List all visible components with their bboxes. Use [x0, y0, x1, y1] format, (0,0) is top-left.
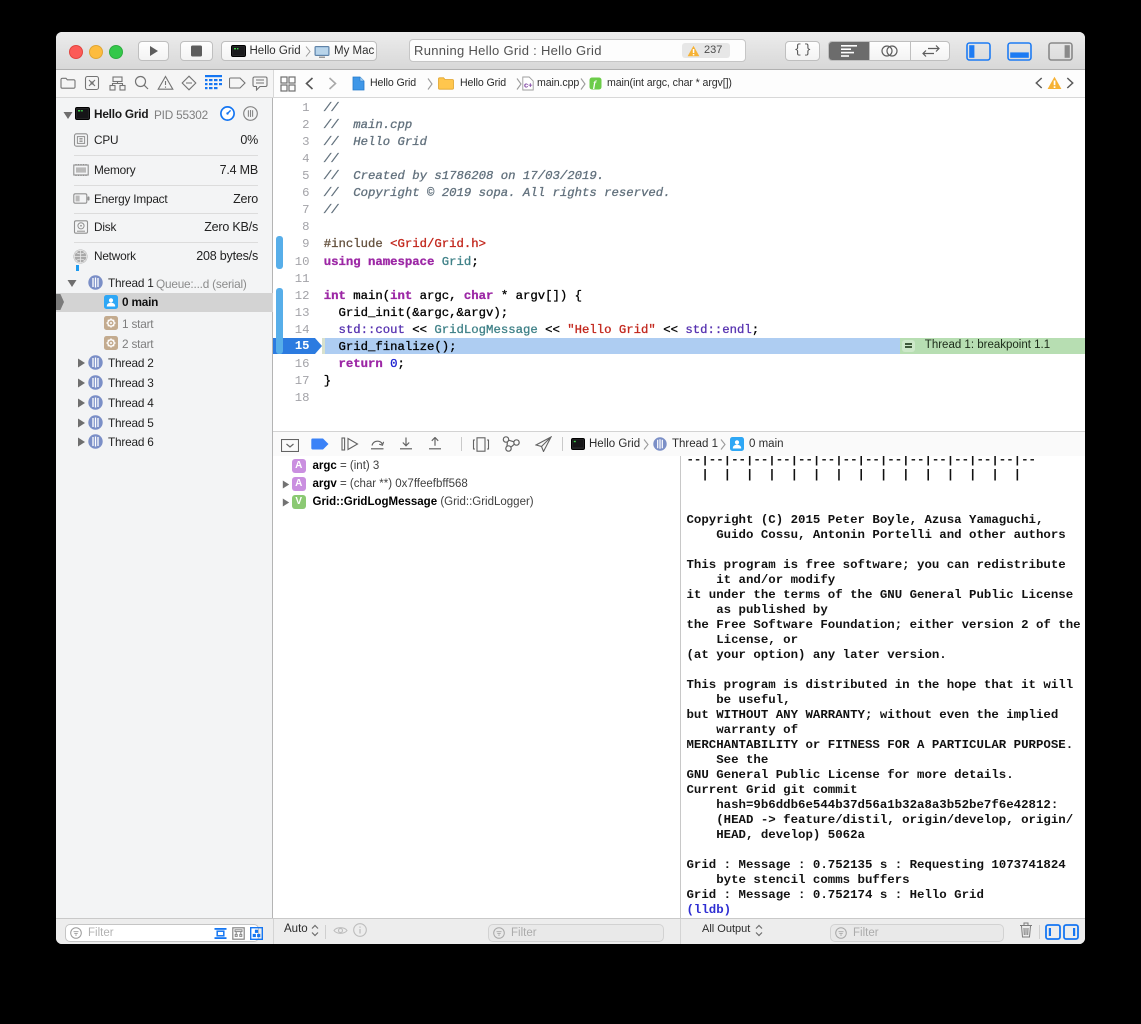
svg-text:c+: c+ [524, 81, 533, 90]
